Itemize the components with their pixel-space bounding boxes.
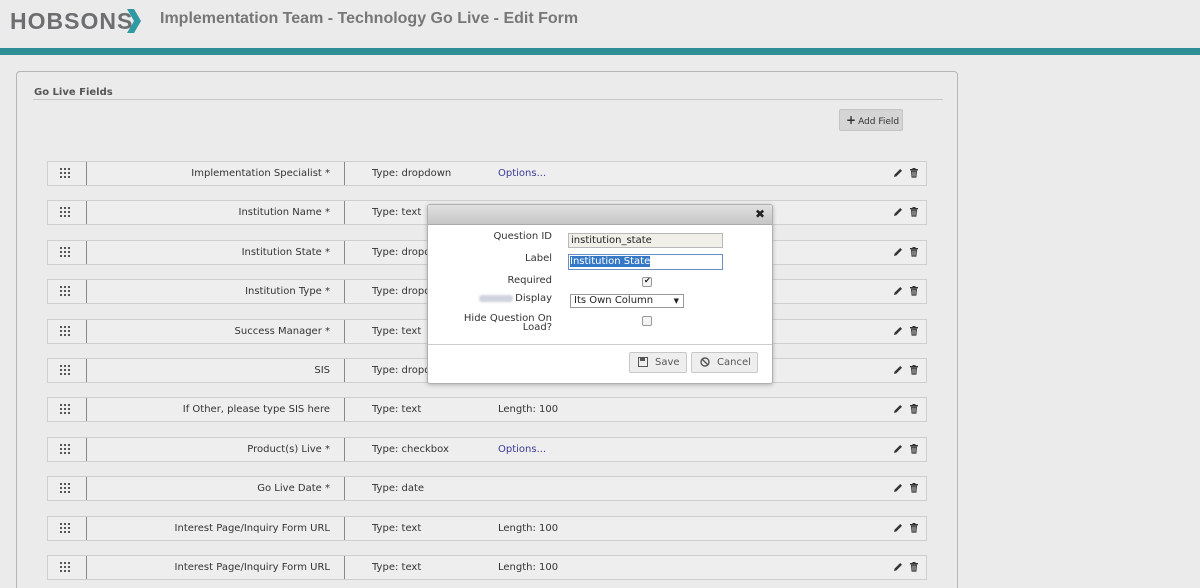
field-label: If Other, please type SIS here [88, 398, 345, 421]
field-label: Product(s) Live * [88, 438, 345, 461]
pencil-icon[interactable] [892, 482, 904, 494]
drag-handle-icon[interactable] [48, 438, 87, 461]
field-type: Type: text [372, 207, 422, 218]
field-type: Type: text [372, 562, 422, 573]
field-label: Interest Page/Inquiry Form URL [88, 556, 345, 579]
field-type: Type: dropdown [372, 168, 452, 179]
redacted-text [479, 294, 514, 302]
required-checkbox[interactable] [642, 276, 652, 287]
hide-question-checkbox[interactable] [642, 316, 652, 326]
trash-icon[interactable] [908, 482, 920, 494]
field-label: Institution Name * [88, 201, 345, 224]
trash-icon[interactable] [908, 522, 920, 534]
header-accent-bar [0, 48, 1200, 55]
trash-icon[interactable] [908, 403, 920, 415]
field-extra[interactable]: Options... [498, 162, 546, 185]
add-field-button[interactable]: + Add Field [839, 109, 903, 131]
edit-question-dialog: ✖ Question ID institution_state Label In… [427, 204, 773, 384]
field-extra: Length: 100 [498, 523, 559, 534]
pencil-icon[interactable] [892, 364, 904, 376]
field-row[interactable]: Interest Page/Inquiry Form URL Type: text… [47, 555, 927, 580]
drag-handle-icon[interactable] [48, 201, 87, 224]
hobsons-logo[interactable]: HOBSONS [10, 8, 133, 35]
field-type: Type: text [372, 326, 422, 337]
drag-handle-icon[interactable] [48, 477, 87, 500]
trash-icon[interactable] [908, 443, 920, 455]
label-label: Label [525, 253, 552, 264]
trash-icon[interactable] [908, 167, 920, 179]
plus-icon: + [846, 113, 857, 127]
floppy-disk-icon [638, 357, 648, 367]
field-extra[interactable]: Options... [498, 438, 546, 461]
field-row[interactable]: Product(s) Live * Type: checkbox Options..… [47, 437, 927, 462]
field-type: Type: checkbox [372, 444, 449, 455]
field-label: SIS [88, 359, 345, 382]
panel-title: Go Live Fields [34, 87, 113, 98]
dialog-titlebar[interactable]: ✖ [428, 205, 772, 225]
display-select[interactable]: Its Own Column ▼ [570, 294, 684, 308]
field-extra: Length: 100 [498, 562, 559, 573]
question-id-field[interactable]: institution_state [568, 233, 723, 248]
drag-handle-icon[interactable] [48, 280, 87, 303]
drag-handle-icon[interactable] [48, 320, 87, 343]
pencil-icon[interactable] [892, 443, 904, 455]
app-header: HOBSONS Implementation Team - Technology… [0, 0, 1200, 48]
field-type: Type: date [372, 483, 425, 494]
field-label: Success Manager * [88, 320, 345, 343]
cancel-label: Cancel [717, 357, 751, 368]
trash-icon[interactable] [908, 285, 920, 297]
pencil-icon[interactable] [892, 285, 904, 297]
add-field-label: Add Field [858, 117, 900, 127]
field-row[interactable]: Implementation Specialist * Type: dropdow… [47, 161, 927, 186]
pencil-icon[interactable] [892, 167, 904, 179]
dropdown-arrow-icon: ▼ [673, 297, 679, 305]
drag-handle-icon[interactable] [48, 359, 87, 382]
hide-question-label: Hide Question On Load? [463, 313, 552, 333]
field-label: Implementation Specialist * [88, 162, 345, 185]
display-select-value: Its Own Column [574, 295, 654, 306]
field-type: Type: text [372, 523, 422, 534]
label-field-selected-text: Institution State [570, 256, 651, 267]
field-row[interactable]: Interest Page/Inquiry Form URL Type: text… [47, 516, 927, 541]
page-title: Implementation Team - Technology Go Live… [160, 10, 579, 27]
drag-handle-icon[interactable] [48, 556, 87, 579]
field-extra: Length: 100 [498, 404, 559, 415]
trash-icon[interactable] [908, 364, 920, 376]
required-label: Required [507, 275, 552, 286]
field-type: Type: text [372, 404, 422, 415]
field-label: Go Live Date * [88, 477, 345, 500]
logo-chevron-icon [127, 9, 141, 33]
pencil-icon[interactable] [892, 206, 904, 218]
pencil-icon[interactable] [892, 561, 904, 573]
field-label: Institution Type * [88, 280, 345, 303]
ban-icon [700, 357, 710, 367]
drag-handle-icon[interactable] [48, 517, 87, 540]
trash-icon[interactable] [908, 246, 920, 258]
pencil-icon[interactable] [892, 403, 904, 415]
display-label: Display [479, 293, 552, 304]
field-row[interactable]: If Other, please type SIS here Type: text… [47, 397, 927, 422]
trash-icon[interactable] [908, 561, 920, 573]
drag-handle-icon[interactable] [48, 241, 87, 264]
field-row[interactable]: Go Live Date * Type: date [47, 476, 927, 501]
cancel-button[interactable]: Cancel [691, 352, 758, 373]
drag-handle-icon[interactable] [48, 162, 87, 185]
drag-handle-icon[interactable] [48, 398, 87, 421]
field-label: Institution State * [88, 241, 345, 264]
save-button[interactable]: Save [629, 352, 687, 373]
close-icon[interactable]: ✖ [755, 208, 765, 221]
pencil-icon[interactable] [892, 325, 904, 337]
label-field[interactable]: Institution State [568, 254, 723, 270]
question-id-label: Question ID [493, 231, 552, 242]
panel-divider [33, 99, 943, 100]
field-label: Interest Page/Inquiry Form URL [88, 517, 345, 540]
trash-icon[interactable] [908, 325, 920, 337]
dialog-divider [428, 344, 772, 345]
pencil-icon[interactable] [892, 522, 904, 534]
pencil-icon[interactable] [892, 246, 904, 258]
trash-icon[interactable] [908, 206, 920, 218]
save-label: Save [655, 357, 680, 368]
